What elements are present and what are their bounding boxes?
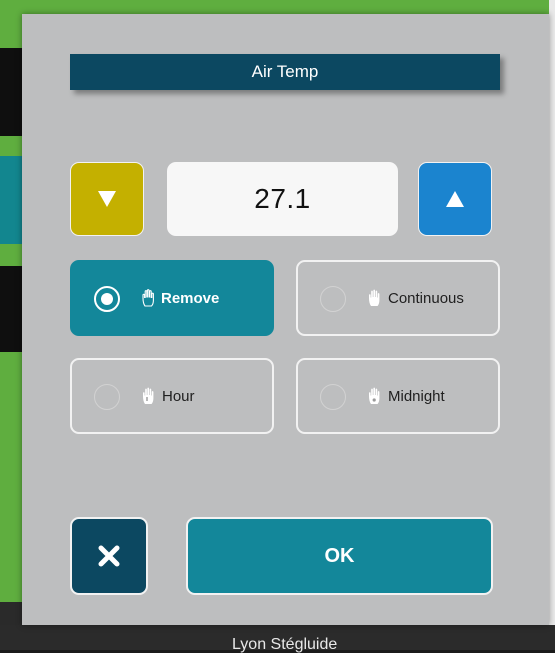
hand-icon	[369, 289, 380, 306]
decrease-button[interactable]	[70, 162, 144, 236]
background-app-strip	[0, 0, 22, 48]
triangle-up-icon	[446, 191, 464, 207]
background-app-strip	[0, 156, 22, 244]
option-hour[interactable]: Hour	[70, 358, 274, 434]
triangle-down-icon	[98, 191, 116, 207]
option-midnight[interactable]: Midnight	[296, 358, 500, 434]
radio-unselected[interactable]	[94, 384, 120, 410]
radio-selected[interactable]	[94, 286, 120, 312]
dialog-title: Air Temp	[70, 54, 500, 90]
background-app-strip	[0, 0, 555, 14]
background-app-strip	[549, 0, 555, 650]
option-label: Midnight	[388, 388, 445, 405]
background-app-strip	[0, 352, 22, 602]
background-partial-text: Lyon Stégluide	[232, 636, 338, 653]
hand-icon	[142, 289, 154, 307]
option-label: Continuous	[388, 290, 464, 307]
option-label: Remove	[161, 290, 220, 307]
temperature-value[interactable]: 27.1	[167, 162, 398, 236]
hand-icon	[143, 387, 154, 404]
cancel-button[interactable]	[70, 517, 148, 595]
background-app-strip	[0, 266, 22, 352]
option-label: Hour	[162, 388, 195, 405]
option-remove[interactable]: Remove	[70, 260, 274, 336]
background-app-strip	[0, 244, 22, 266]
close-icon	[98, 545, 120, 567]
radio-unselected[interactable]	[320, 286, 346, 312]
air-temp-dialog: Air Temp 27.1 Remove Continuous Hour Mid…	[22, 14, 549, 625]
radio-unselected[interactable]	[320, 384, 346, 410]
ok-button[interactable]: OK	[186, 517, 493, 595]
option-continuous[interactable]: Continuous	[296, 260, 500, 336]
background-app-strip	[0, 48, 22, 136]
increase-button[interactable]	[418, 162, 492, 236]
hand-icon	[369, 387, 380, 404]
background-app-strip	[0, 136, 22, 156]
